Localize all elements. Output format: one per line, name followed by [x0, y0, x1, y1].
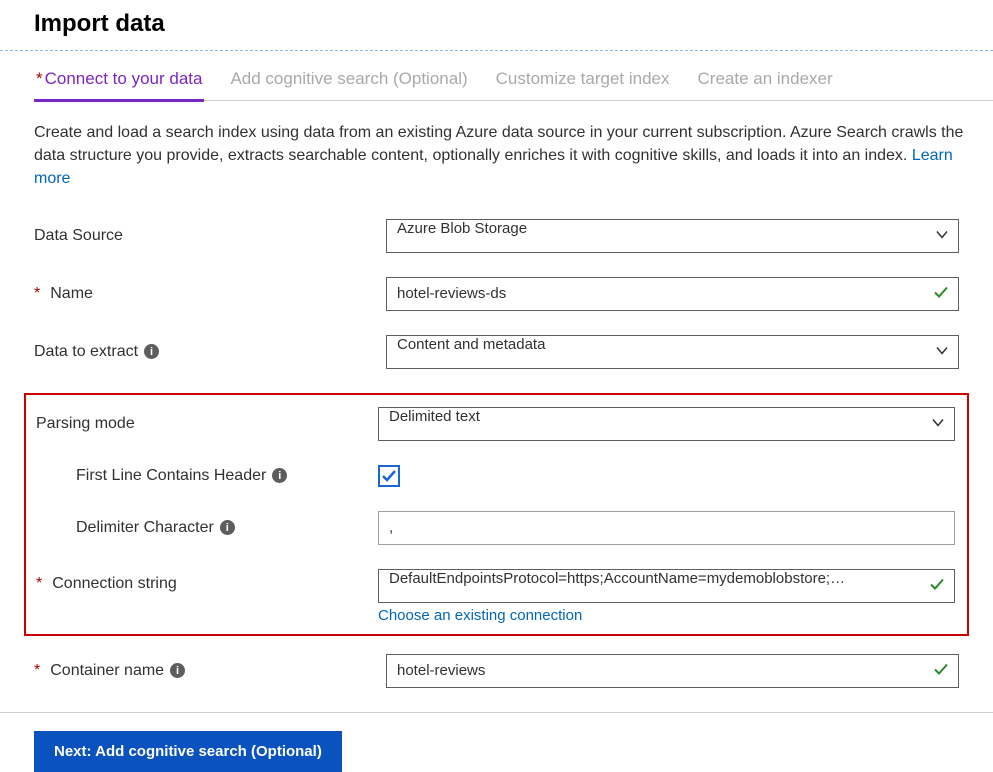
check-icon: [933, 661, 949, 680]
next-button[interactable]: Next: Add cognitive search (Optional): [34, 731, 342, 772]
required-indicator: *: [36, 575, 42, 593]
check-icon: [933, 284, 949, 303]
info-icon[interactable]: i: [272, 468, 287, 483]
data-source-value: Azure Blob Storage: [386, 219, 959, 253]
parsing-mode-value: Delimited text: [378, 407, 955, 441]
wizard-tabs: *Connect to your data Add cognitive sear…: [34, 65, 993, 101]
label-data-source: Data Source: [34, 227, 386, 245]
data-to-extract-value: Content and metadata: [386, 335, 959, 369]
required-indicator: *: [34, 662, 40, 680]
label-connection-string: Connection string: [52, 575, 177, 593]
name-input[interactable]: [386, 277, 959, 311]
required-indicator: *: [34, 285, 40, 303]
divider-dashed: [0, 50, 993, 51]
label-name: Name: [50, 285, 93, 303]
tab-label: Connect to your data: [45, 69, 203, 88]
info-icon[interactable]: i: [144, 344, 159, 359]
container-name-input[interactable]: [386, 654, 959, 688]
delimiter-input[interactable]: [378, 511, 955, 545]
intro-body: Create and load a search index using dat…: [34, 124, 963, 164]
data-to-extract-select[interactable]: Content and metadata: [386, 335, 959, 369]
page-title: Import data: [0, 0, 993, 50]
connection-string-input[interactable]: DefaultEndpointsProtocol=https;AccountNa…: [378, 569, 955, 603]
info-icon[interactable]: i: [220, 520, 235, 535]
data-source-select[interactable]: Azure Blob Storage: [386, 219, 959, 253]
label-delimiter: Delimiter Character: [76, 519, 214, 537]
choose-existing-connection-link[interactable]: Choose an existing connection: [378, 607, 582, 624]
check-icon: [929, 576, 945, 595]
label-first-line-header: First Line Contains Header: [76, 467, 266, 485]
tab-connect-data[interactable]: *Connect to your data: [34, 65, 204, 102]
intro-text: Create and load a search index using dat…: [34, 121, 993, 191]
label-parsing-mode: Parsing mode: [36, 415, 378, 433]
label-data-to-extract: Data to extract: [34, 343, 138, 361]
highlighted-region: Parsing mode Delimited text First Line C…: [24, 393, 969, 636]
tab-cognitive-search[interactable]: Add cognitive search (Optional): [228, 65, 469, 102]
first-line-header-checkbox[interactable]: [378, 465, 400, 487]
required-indicator: *: [36, 69, 43, 88]
label-container-name: Container name: [50, 662, 164, 680]
info-icon[interactable]: i: [170, 663, 185, 678]
parsing-mode-select[interactable]: Delimited text: [378, 407, 955, 441]
tab-create-indexer[interactable]: Create an indexer: [696, 65, 835, 102]
divider: [0, 712, 993, 713]
tab-customize-index[interactable]: Customize target index: [494, 65, 672, 102]
